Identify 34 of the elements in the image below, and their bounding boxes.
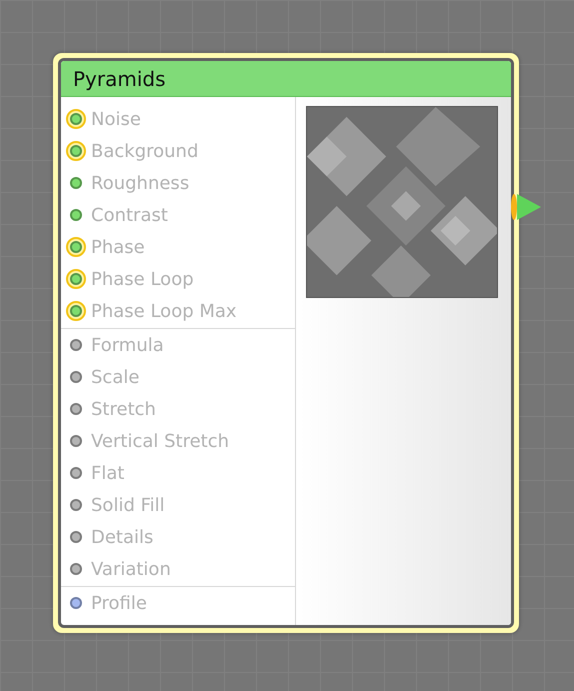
input-label: Formula — [91, 334, 164, 358]
input-label: Noise — [91, 108, 141, 132]
port-icon[interactable] — [70, 467, 82, 479]
input-label: Profile — [91, 592, 147, 616]
input-label: Background — [91, 140, 198, 164]
port-icon[interactable] — [70, 403, 82, 415]
input-label: Contrast — [91, 204, 168, 228]
port-icon[interactable] — [66, 109, 86, 129]
port-icon[interactable] — [66, 141, 86, 161]
input-label: Phase Loop — [91, 268, 194, 292]
input-label: Vertical Stretch — [91, 430, 230, 454]
port-icon[interactable] — [70, 209, 82, 221]
input-label: Variation — [91, 558, 171, 582]
input-label: Flat — [91, 462, 124, 486]
port-icon[interactable] — [66, 301, 86, 321]
input-label: Stretch — [91, 398, 156, 422]
input-label: Phase Loop Max — [91, 300, 237, 324]
port-icon[interactable] — [70, 435, 82, 447]
port-icon[interactable] — [66, 269, 86, 289]
port-icon[interactable] — [66, 237, 86, 257]
port-icon[interactable] — [70, 563, 82, 575]
input-label: Phase — [91, 236, 145, 260]
node-title: Pyramids — [61, 61, 511, 97]
port-icon[interactable] — [70, 371, 82, 383]
input-label: Roughness — [91, 172, 190, 196]
input-label: Details — [91, 526, 154, 550]
port-icon[interactable] — [70, 499, 82, 511]
port-icon[interactable] — [70, 177, 82, 189]
input-label: Solid Fill — [91, 494, 165, 518]
input-label: Scale — [91, 366, 140, 390]
port-icon[interactable] — [70, 597, 82, 609]
port-icon[interactable] — [70, 531, 82, 543]
output-port-icon[interactable] — [511, 194, 541, 220]
port-icon[interactable] — [70, 339, 82, 351]
